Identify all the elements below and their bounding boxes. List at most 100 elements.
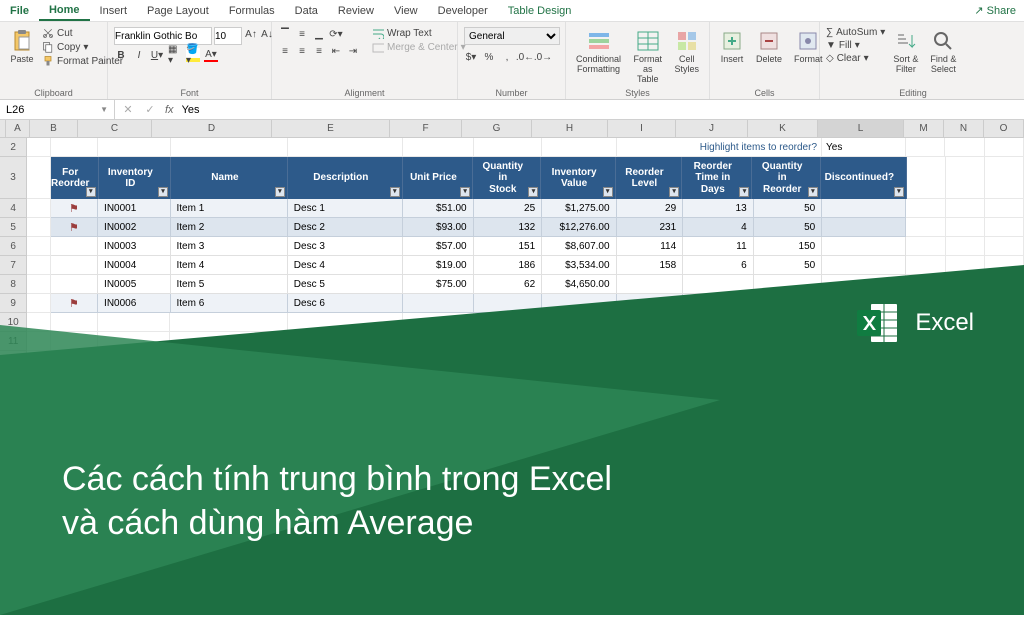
cell[interactable] [945, 138, 984, 157]
filter-icon[interactable]: ▾ [808, 187, 818, 197]
cell[interactable] [542, 370, 616, 389]
row-header-4[interactable]: 4 [0, 199, 27, 218]
tab-table-design[interactable]: Table Design [498, 2, 582, 20]
table-cell[interactable]: 132 [474, 218, 543, 237]
cell[interactable] [822, 370, 906, 389]
cell[interactable] [170, 427, 287, 446]
cell[interactable] [946, 199, 985, 218]
cell[interactable] [27, 157, 51, 199]
align-top-icon[interactable]: ▔ [278, 27, 292, 41]
cell[interactable] [474, 408, 543, 427]
cell[interactable] [27, 389, 51, 408]
cell[interactable] [617, 427, 684, 446]
table-cell[interactable] [822, 237, 906, 256]
wrap-text-button[interactable]: Wrap Text [372, 27, 466, 39]
table-cell[interactable]: 231 [617, 218, 684, 237]
cell[interactable] [985, 138, 1024, 157]
cell[interactable] [403, 408, 473, 427]
table-cell[interactable]: $57.00 [403, 237, 474, 256]
cell[interactable] [754, 427, 823, 446]
cell[interactable] [403, 138, 474, 157]
autosum-button[interactable]: ∑ AutoSum ▾ [826, 27, 885, 38]
table-cell[interactable]: ⚑ [51, 294, 98, 313]
delete-cells-button[interactable]: Delete [752, 27, 786, 67]
table-cell[interactable]: 150 [754, 237, 823, 256]
cell[interactable] [170, 389, 287, 408]
filter-icon[interactable]: ▾ [158, 187, 168, 197]
cell[interactable] [27, 199, 51, 218]
table-cell[interactable]: IN0001 [98, 199, 170, 218]
col-header-J[interactable]: J [676, 120, 748, 137]
cell[interactable] [51, 427, 98, 446]
cell[interactable] [985, 218, 1024, 237]
table-header[interactable]: Unit Price▾ [403, 157, 473, 199]
percent-icon[interactable]: % [482, 50, 496, 64]
table-cell[interactable]: 62 [474, 275, 543, 294]
table-cell[interactable]: 11 [683, 237, 754, 256]
font-color-button[interactable]: A▾ [204, 48, 218, 62]
table-cell[interactable] [51, 256, 98, 275]
cell[interactable] [98, 138, 170, 157]
cell[interactable] [617, 370, 684, 389]
table-header[interactable]: Inventory Value▾ [541, 157, 615, 199]
align-bottom-icon[interactable]: ▁ [312, 27, 326, 41]
table-cell[interactable]: 6 [683, 256, 754, 275]
format-as-table-button[interactable]: Format as Table [629, 27, 666, 87]
table-header[interactable]: Quantity in Stock▾ [473, 157, 541, 199]
cell[interactable] [906, 256, 945, 275]
cell[interactable] [906, 408, 945, 427]
cell[interactable] [170, 370, 287, 389]
cell[interactable] [617, 351, 684, 370]
filter-icon[interactable]: ▾ [528, 187, 538, 197]
table-cell[interactable]: 186 [474, 256, 543, 275]
table-cell[interactable]: Item 1 [171, 199, 288, 218]
row-header-14[interactable]: 14 [0, 389, 27, 408]
table-cell[interactable]: 50 [754, 199, 823, 218]
cell[interactable] [985, 427, 1024, 446]
cell[interactable] [403, 370, 473, 389]
row-header-6[interactable]: 6 [0, 237, 27, 256]
cell[interactable] [754, 370, 823, 389]
cell[interactable] [288, 332, 403, 351]
clear-button[interactable]: ◇ Clear ▾ [826, 53, 885, 64]
cell[interactable] [288, 389, 403, 408]
table-cell[interactable] [822, 199, 906, 218]
table-cell[interactable]: Desc 3 [288, 237, 403, 256]
cell[interactable] [754, 408, 823, 427]
enter-icon[interactable]: ✓ [143, 103, 157, 117]
cell[interactable] [27, 237, 51, 256]
highlight-value[interactable]: Yes [822, 138, 906, 157]
decrease-indent-icon[interactable]: ⇤ [329, 44, 343, 58]
tab-insert[interactable]: Insert [90, 2, 138, 20]
filter-icon[interactable]: ▾ [390, 187, 400, 197]
cell-styles-button[interactable]: Cell Styles [670, 27, 703, 77]
cell[interactable] [985, 275, 1024, 294]
cell[interactable] [171, 138, 288, 157]
table-cell[interactable]: Desc 4 [288, 256, 403, 275]
cell[interactable] [27, 313, 51, 332]
cell[interactable] [985, 157, 1024, 199]
table-cell[interactable]: $3,534.00 [542, 256, 616, 275]
row-header-7[interactable]: 7 [0, 256, 27, 275]
underline-button[interactable]: U ▾ [150, 48, 164, 62]
cell[interactable] [98, 332, 170, 351]
col-header-C[interactable]: C [78, 120, 152, 137]
col-header-G[interactable]: G [462, 120, 532, 137]
number-format-select[interactable]: General [464, 27, 560, 45]
formula-input[interactable] [182, 104, 1024, 116]
table-header[interactable]: Reorder Time in Days▾ [682, 157, 752, 199]
table-cell[interactable]: $8,607.00 [542, 237, 616, 256]
cell[interactable] [51, 351, 98, 370]
cell[interactable] [683, 389, 753, 408]
cell[interactable] [51, 389, 98, 408]
cell[interactable] [542, 351, 616, 370]
cell[interactable] [906, 370, 945, 389]
col-header-L[interactable]: L [818, 120, 904, 137]
filter-icon[interactable]: ▾ [894, 187, 904, 197]
cell[interactable] [946, 275, 985, 294]
cell[interactable] [754, 332, 823, 351]
table-cell[interactable]: 13 [683, 199, 754, 218]
filter-icon[interactable]: ▾ [460, 187, 470, 197]
cell[interactable] [542, 138, 616, 157]
cell[interactable] [98, 408, 170, 427]
